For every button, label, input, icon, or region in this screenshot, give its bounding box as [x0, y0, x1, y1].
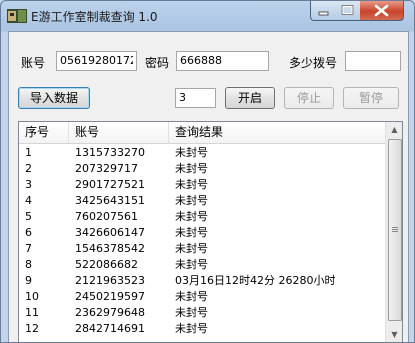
row-account: 2450219597 [75, 290, 145, 303]
game-app-icon [7, 9, 27, 23]
row-index: 2 [25, 162, 32, 175]
row-index: 8 [25, 258, 32, 271]
row-account: 207329717 [75, 162, 138, 175]
row-index: 10 [25, 290, 39, 303]
table-row[interactable]: 3 2901727521 未封号 [19, 177, 385, 193]
row-account: 2362979648 [75, 306, 145, 319]
row-result: 未封号 [175, 242, 208, 255]
thread-count-input[interactable] [175, 88, 216, 108]
app-window: E游工作室制裁查询 1.0 账号 密码 多少拨号 导入数据 开启 停止 暂停 序… [0, 0, 415, 343]
table-row[interactable]: 9 2121963523 03月16日12时42分 26280小时 [19, 273, 385, 289]
column-header-index[interactable]: 序号 [19, 122, 69, 143]
client-area: 账号 密码 多少拨号 导入数据 开启 停止 暂停 序号 账号 查询结果 1131… [8, 31, 409, 342]
thumb-grip [392, 227, 398, 228]
row-result: 未封号 [175, 162, 208, 175]
column-header-result[interactable]: 查询结果 [169, 122, 385, 143]
table-row[interactable]: 1 1315733270 未封号 [19, 145, 385, 161]
row-result: 未封号 [175, 322, 208, 335]
account-input[interactable] [56, 51, 137, 71]
row-index: 12 [25, 322, 39, 335]
pause-button[interactable]: 暂停 [343, 87, 399, 109]
row-account: 1546378542 [75, 242, 145, 255]
row-account: 760207561 [75, 210, 138, 223]
account-label: 账号 [21, 56, 46, 70]
row-account: 1315733270 [75, 146, 145, 159]
close-icon [374, 4, 389, 17]
row-result: 未封号 [175, 306, 208, 319]
import-data-button[interactable]: 导入数据 [18, 87, 90, 109]
row-index: 5 [25, 210, 32, 223]
row-result: 03月16日12时42分 26280小时 [175, 274, 336, 287]
dial-input[interactable] [345, 51, 401, 71]
row-index: 1 [25, 146, 32, 159]
row-result: 未封号 [175, 226, 208, 239]
minimize-icon [318, 11, 329, 16]
vertical-scrollbar[interactable]: ▲ ▼ [385, 122, 402, 342]
list-header: 序号 账号 查询结果 [19, 122, 385, 144]
row-index: 9 [25, 274, 32, 287]
start-button[interactable]: 开启 [225, 87, 275, 109]
row-account: 3426606147 [75, 226, 145, 239]
table-row[interactable]: 12 2842714691 未封号 [19, 321, 385, 337]
table-row[interactable]: 8 522086682 未封号 [19, 257, 385, 273]
row-result: 未封号 [175, 194, 208, 207]
row-index: 4 [25, 194, 32, 207]
row-index: 11 [25, 306, 39, 319]
row-index: 6 [25, 226, 32, 239]
table-row[interactable]: 11 2362979648 未封号 [19, 305, 385, 321]
row-index: 3 [25, 178, 32, 191]
table-row[interactable]: 6 3426606147 未封号 [19, 225, 385, 241]
password-label: 密码 [145, 56, 170, 70]
column-header-account[interactable]: 账号 [69, 122, 169, 143]
result-list[interactable]: 序号 账号 查询结果 1 1315733270 未封号 2 207329717 未封号 3 2… [18, 121, 403, 342]
table-row[interactable]: 10 2450219597 未封号 [19, 289, 385, 305]
row-result: 未封号 [175, 258, 208, 271]
row-account: 2901727521 [75, 178, 145, 191]
row-result: 未封号 [175, 146, 208, 159]
arrow-up-icon[interactable]: ▲ [387, 122, 402, 138]
title-bar[interactable]: E游工作室制裁查询 1.0 [1, 1, 414, 31]
table-row[interactable]: 2 207329717 未封号 [19, 161, 385, 177]
row-account: 2842714691 [75, 322, 145, 335]
table-row[interactable]: 5 760207561 未封号 [19, 209, 385, 225]
thumb-grip [392, 231, 398, 232]
row-index: 7 [25, 242, 32, 255]
thumb-grip [392, 229, 398, 230]
row-result: 未封号 [175, 290, 208, 303]
table-row[interactable]: 7 1546378542 未封号 [19, 241, 385, 257]
scrollbar-thumb[interactable] [388, 139, 402, 321]
minimize-button[interactable] [310, 1, 337, 21]
window-title: E游工作室制裁查询 1.0 [31, 10, 158, 24]
row-result: 未封号 [175, 210, 208, 223]
row-account: 522086682 [75, 258, 138, 271]
row-account: 3425643151 [75, 194, 145, 207]
arrow-down-icon[interactable]: ▼ [387, 327, 402, 342]
stop-button[interactable]: 停止 [284, 87, 334, 109]
maximize-icon [341, 5, 354, 15]
row-result: 未封号 [175, 178, 208, 191]
close-button[interactable] [360, 1, 404, 21]
password-input[interactable] [176, 51, 269, 71]
dial-label: 多少拨号 [289, 56, 338, 70]
maximize-button[interactable] [335, 1, 361, 21]
row-account: 2121963523 [75, 274, 145, 287]
table-row[interactable]: 4 3425643151 未封号 [19, 193, 385, 209]
